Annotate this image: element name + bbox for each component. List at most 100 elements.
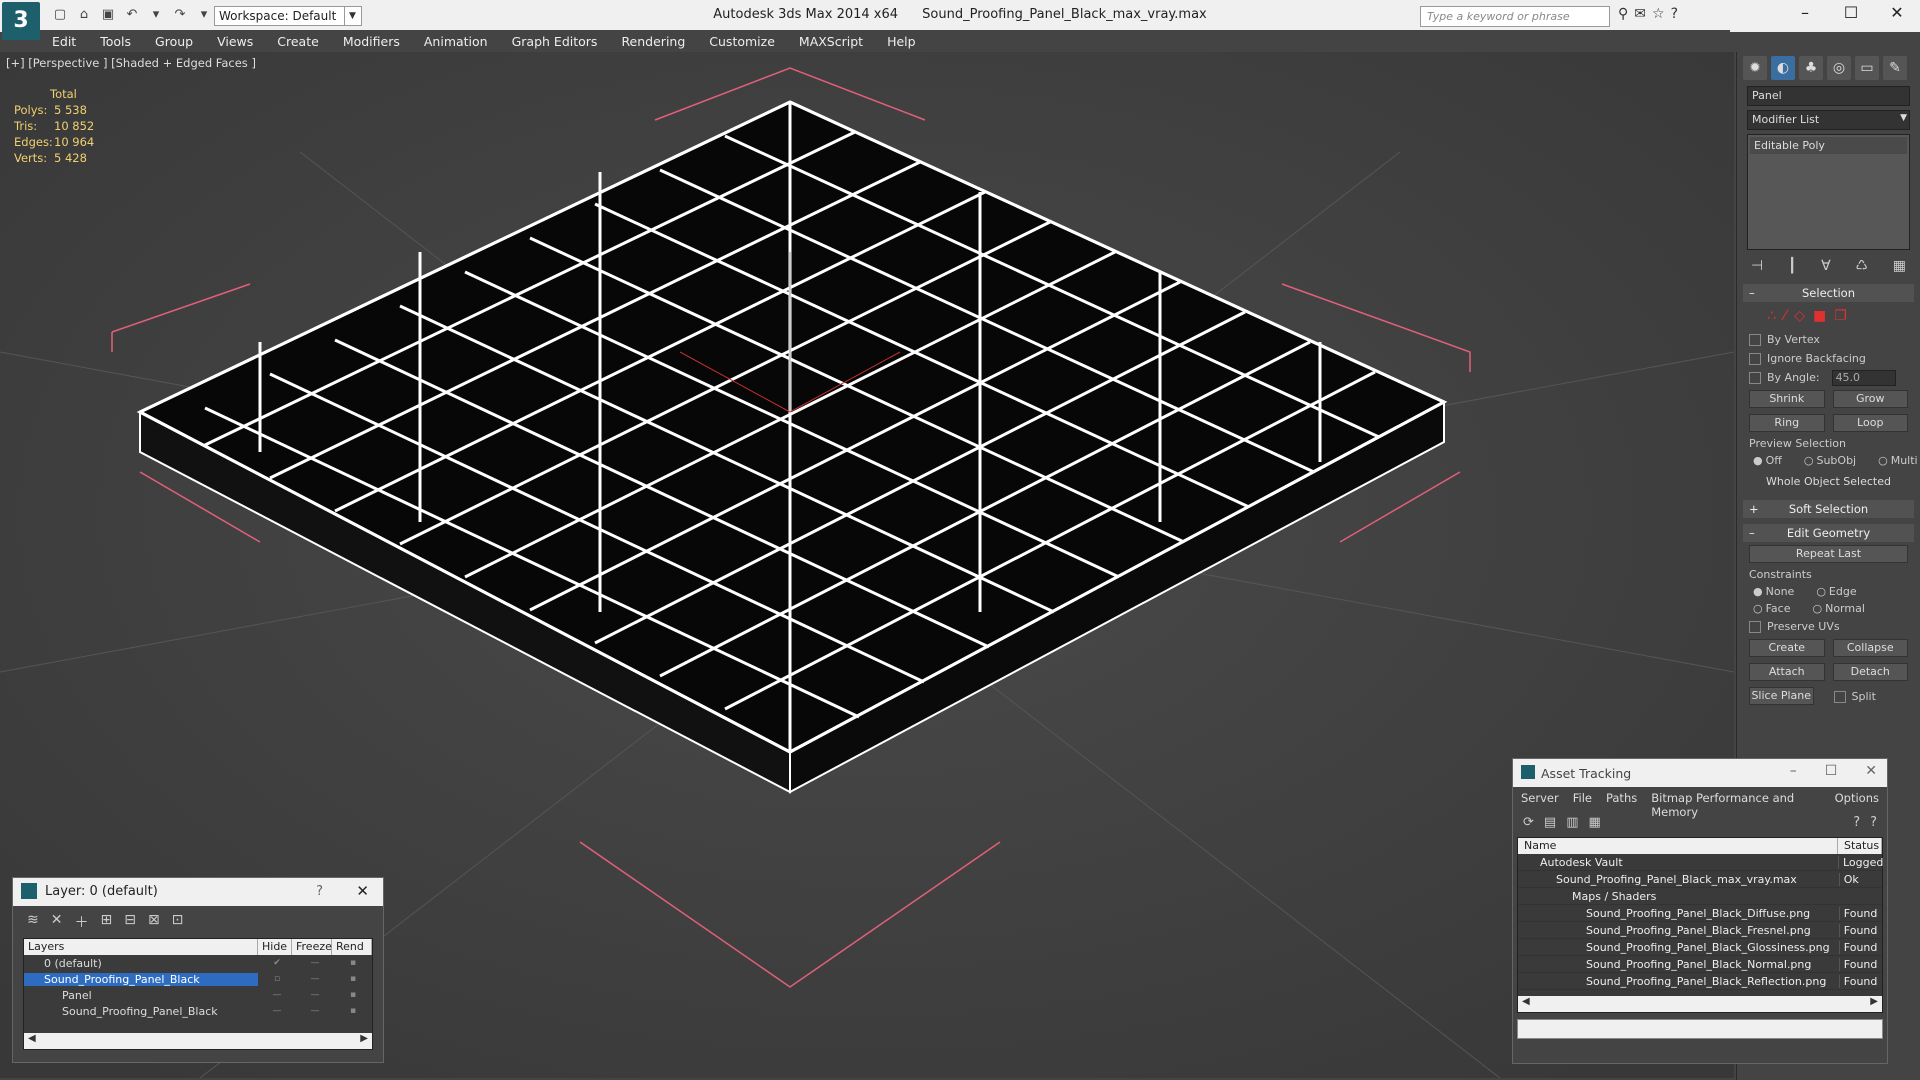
by-vertex-checkbox[interactable]: By Vertex <box>1737 330 1920 349</box>
delete-layer-icon[interactable]: ✕ <box>51 912 63 932</box>
ring-button[interactable]: Ring <box>1749 414 1825 432</box>
scroll-right-icon[interactable]: ▶ <box>1870 996 1878 1007</box>
asset-tracking-titlebar[interactable]: Asset Tracking – ☐ ✕ <box>1513 759 1887 787</box>
modify-tab-icon[interactable]: ◐ <box>1771 56 1795 80</box>
menu-graph-editors[interactable]: Graph Editors <box>500 34 610 49</box>
asset-path-field[interactable] <box>1517 1019 1883 1039</box>
edit-geometry-rollout-header[interactable]: Edit Geometry <box>1743 524 1914 542</box>
minimize-icon[interactable]: – <box>1782 0 1828 28</box>
shrink-button[interactable]: Shrink <box>1749 390 1825 408</box>
polygon-icon[interactable]: ■ <box>1813 308 1826 324</box>
menu-help[interactable]: Help <box>875 34 928 49</box>
menu-animation[interactable]: Animation <box>412 34 500 49</box>
col-name[interactable]: Name <box>1518 838 1838 854</box>
by-angle-checkbox[interactable]: By Angle: <box>1737 368 1832 387</box>
horizontal-scrollbar[interactable]: ◀ ▶ <box>1518 996 1882 1012</box>
menu-customize[interactable]: Customize <box>697 34 787 49</box>
layer-settings-icon[interactable]: ≋ <box>27 912 39 932</box>
freeze-toggle[interactable]: — <box>296 990 334 1000</box>
show-end-result-icon[interactable]: ┃ <box>1788 258 1796 274</box>
slice-plane-button[interactable]: Slice Plane <box>1749 687 1814 705</box>
menu-modifiers[interactable]: Modifiers <box>331 34 412 49</box>
preview-subobj-radio[interactable]: SubObj <box>1804 454 1856 467</box>
asset-row[interactable]: Autodesk Vault Logged <box>1518 854 1883 871</box>
modifier-list-dropdown[interactable]: Modifier List <box>1747 110 1910 130</box>
display-tab-icon[interactable]: ▭ <box>1855 56 1879 80</box>
utilities-tab-icon[interactable]: ✎ <box>1883 56 1907 80</box>
freeze-toggle[interactable]: — <box>296 1006 334 1016</box>
menu-views[interactable]: Views <box>205 34 265 49</box>
maximize-icon[interactable]: ☐ <box>1828 0 1874 28</box>
freeze-toggle[interactable]: — <box>296 958 334 968</box>
maximize-icon[interactable]: ☐ <box>1825 763 1838 779</box>
horizontal-scrollbar[interactable]: ◀ ▶ <box>24 1033 372 1049</box>
configure-sets-icon[interactable]: ▦ <box>1893 258 1906 274</box>
constraint-none-radio[interactable]: None <box>1753 585 1795 598</box>
refresh-icon[interactable]: ⟳ <box>1523 815 1534 831</box>
motion-tab-icon[interactable]: ◎ <box>1827 56 1851 80</box>
asset-menu-options[interactable]: Options <box>1835 791 1879 805</box>
preview-off-radio[interactable]: Off <box>1753 454 1782 467</box>
menu-create[interactable]: Create <box>265 34 331 49</box>
col-render[interactable]: Rend <box>332 939 372 955</box>
pin-stack-icon[interactable]: ⊣ <box>1751 258 1763 274</box>
minimize-icon[interactable]: – <box>1790 763 1797 779</box>
render-toggle[interactable]: ▪ <box>334 990 372 1000</box>
hierarchy-tab-icon[interactable]: ♣ <box>1799 56 1823 80</box>
ignore-backfacing-checkbox[interactable]: Ignore Backfacing <box>1737 349 1920 368</box>
add-layer-icon[interactable]: ＋ <box>74 912 88 932</box>
object-name-field[interactable]: Panel <box>1747 86 1910 106</box>
asset-row[interactable]: Sound_Proofing_Panel_Black_max_vray.max O… <box>1518 871 1882 888</box>
help-icon[interactable]: ? <box>1671 6 1678 22</box>
highlight-layer-icon[interactable]: ⊟ <box>124 912 136 932</box>
constraint-edge-radio[interactable]: Edge <box>1816 585 1857 598</box>
col-layers[interactable]: Layers <box>24 939 258 955</box>
search-input[interactable]: Type a keyword or phrase <box>1420 6 1610 27</box>
angle-spinner[interactable]: 45.0 <box>1831 369 1896 386</box>
layer-row[interactable]: Sound_Proofing_Panel_Black — — ▪ <box>24 1003 372 1019</box>
layer-row[interactable]: Panel — — ▪ <box>24 987 372 1003</box>
favorites-star-icon[interactable]: ☆ <box>1652 6 1665 22</box>
col-status[interactable]: Status <box>1838 838 1882 854</box>
menu-edit[interactable]: Edit <box>40 34 88 49</box>
selection-rollout-header[interactable]: Selection <box>1743 284 1914 302</box>
freeze-all-icon[interactable]: ⊡ <box>172 912 184 932</box>
layer-row[interactable]: 0 (default) ✔ — ▪ <box>24 955 372 971</box>
asset-row[interactable]: Sound_Proofing_Panel_Black_Diffuse.png Fo… <box>1518 905 1882 922</box>
scroll-left-icon[interactable]: ◀ <box>1522 996 1530 1007</box>
create-tab-icon[interactable]: ✹ <box>1743 56 1767 80</box>
constraint-normal-radio[interactable]: Normal <box>1812 602 1865 615</box>
constraint-face-radio[interactable]: Face <box>1753 602 1791 615</box>
menu-group[interactable]: Group <box>143 34 205 49</box>
edge-icon[interactable]: ⁄ <box>1784 308 1786 324</box>
hide-toggle[interactable]: — <box>258 990 296 1000</box>
close-icon[interactable]: ✕ <box>356 882 369 900</box>
loop-button[interactable]: Loop <box>1832 414 1908 432</box>
col-hide[interactable]: Hide <box>258 939 292 955</box>
stack-item-editable-poly[interactable]: Editable Poly <box>1750 137 1907 154</box>
asset-row[interactable]: Maps / Shaders <box>1518 888 1882 905</box>
make-unique-icon[interactable]: ∀ <box>1821 258 1831 274</box>
remove-modifier-icon[interactable]: ♺ <box>1855 258 1868 274</box>
render-toggle[interactable]: ▪ <box>334 974 372 984</box>
select-objects-icon[interactable]: ⊞ <box>100 912 112 932</box>
list-view-icon[interactable]: ▤ <box>1544 815 1556 831</box>
scroll-left-icon[interactable]: ◀ <box>28 1033 36 1044</box>
menu-rendering[interactable]: Rendering <box>609 34 697 49</box>
repeat-last-button[interactable]: Repeat Last <box>1749 545 1908 563</box>
col-freeze[interactable]: Freeze <box>292 939 332 955</box>
collapse-button[interactable]: Collapse <box>1832 639 1908 657</box>
asset-menu-file[interactable]: File <box>1573 791 1592 805</box>
asset-menu-bitmap[interactable]: Bitmap Performance and Memory <box>1651 791 1820 819</box>
close-icon[interactable]: ✕ <box>1874 0 1920 28</box>
render-toggle[interactable]: ▪ <box>334 1006 372 1016</box>
element-icon[interactable]: ❐ <box>1834 308 1847 324</box>
communication-icon[interactable]: ✉ <box>1634 6 1646 22</box>
checkmark-icon[interactable]: ✔ <box>258 958 296 968</box>
hide-toggle[interactable]: ▫ <box>258 974 296 984</box>
render-toggle[interactable]: ▪ <box>334 958 372 968</box>
split-checkbox[interactable]: Split <box>1822 687 1909 706</box>
border-icon[interactable]: ◇ <box>1794 308 1805 324</box>
preserve-uvs-checkbox[interactable]: Preserve UVs <box>1737 617 1920 636</box>
hide-all-icon[interactable]: ⊠ <box>148 912 160 932</box>
